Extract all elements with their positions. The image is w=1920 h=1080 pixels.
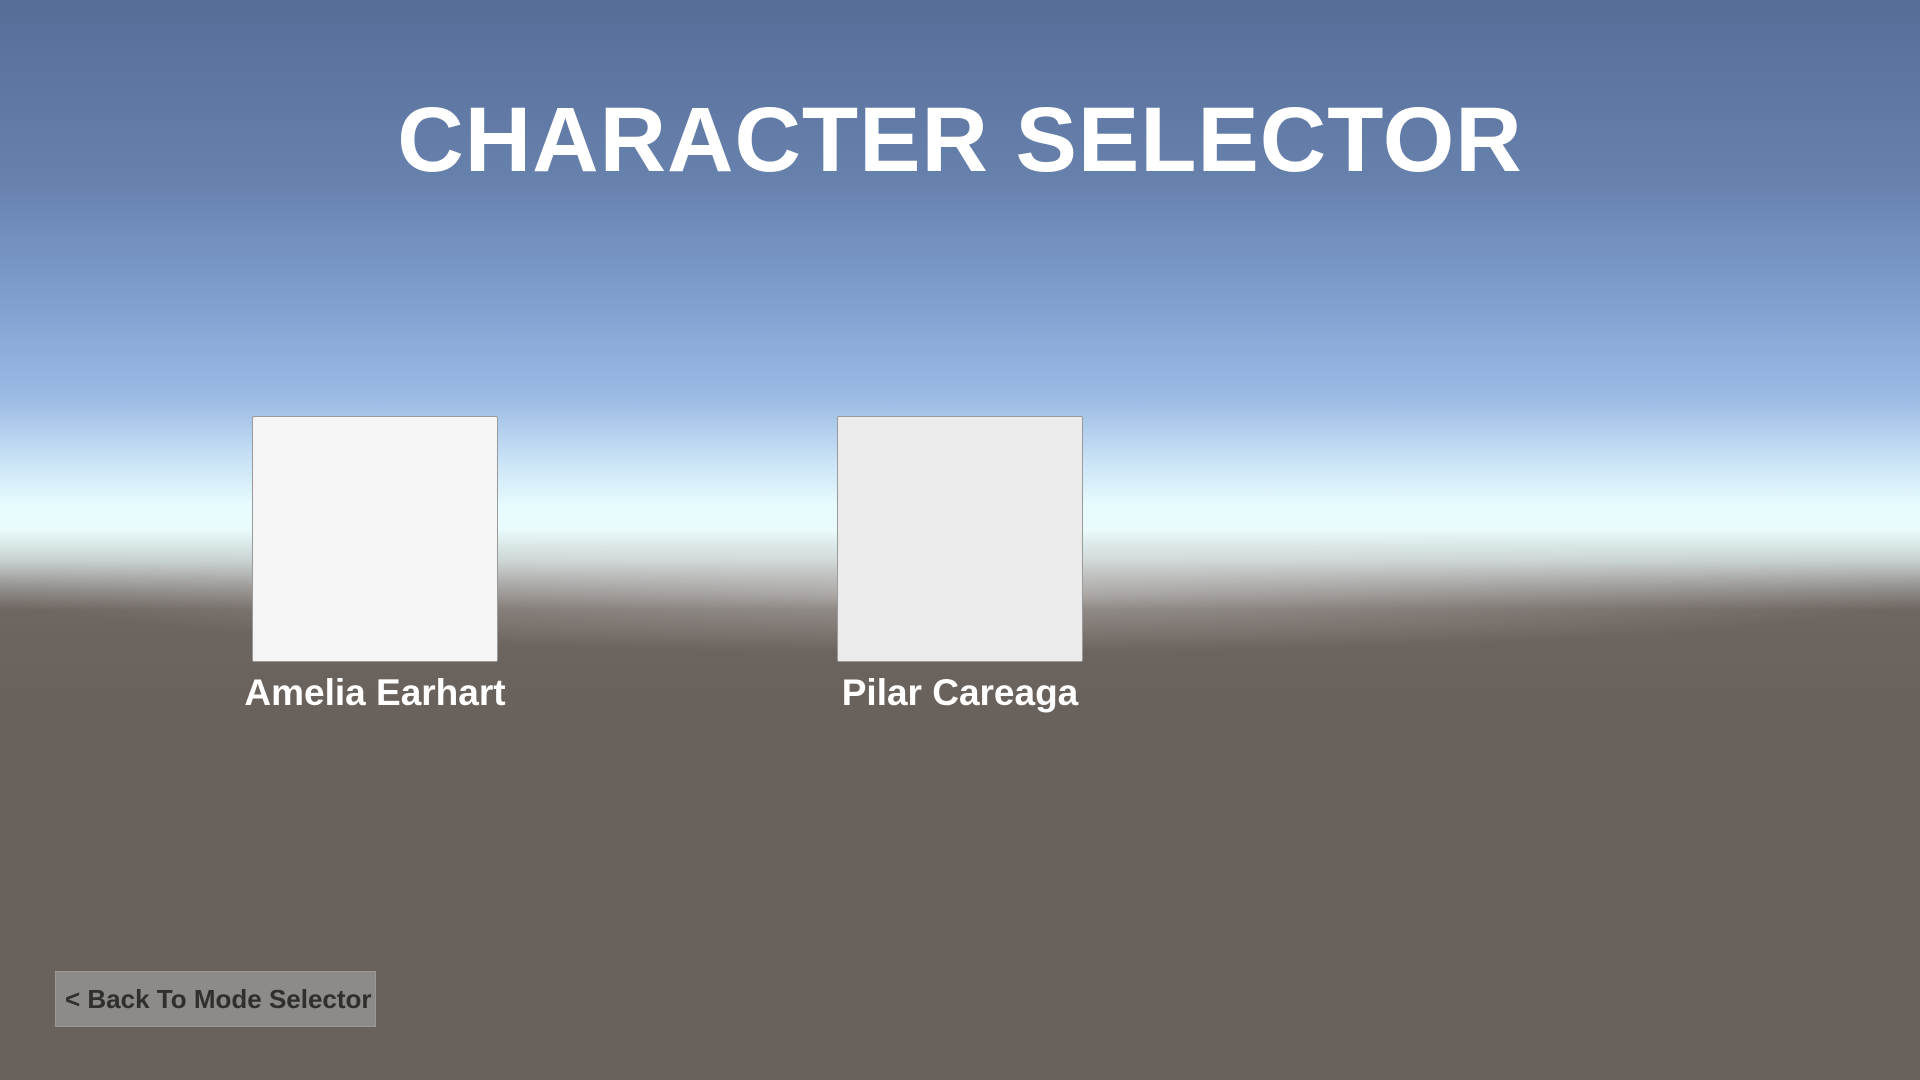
character-name: Pilar Careaga bbox=[841, 672, 1079, 713]
character-card-pilar-careaga[interactable]: Pilar Careaga bbox=[820, 416, 1100, 714]
skybox-background: CHARACTER SELECTOR Amelia Earhart Pilar … bbox=[0, 0, 1920, 1080]
character-card-amelia-earhart[interactable]: Amelia Earhart bbox=[235, 416, 515, 714]
back-to-mode-selector-button[interactable]: < Back To Mode Selector bbox=[55, 971, 376, 1027]
character-portrait[interactable] bbox=[252, 416, 498, 662]
character-portrait[interactable] bbox=[837, 416, 1083, 662]
page-title: CHARACTER SELECTOR bbox=[397, 89, 1523, 191]
character-name: Amelia Earhart bbox=[244, 672, 506, 713]
